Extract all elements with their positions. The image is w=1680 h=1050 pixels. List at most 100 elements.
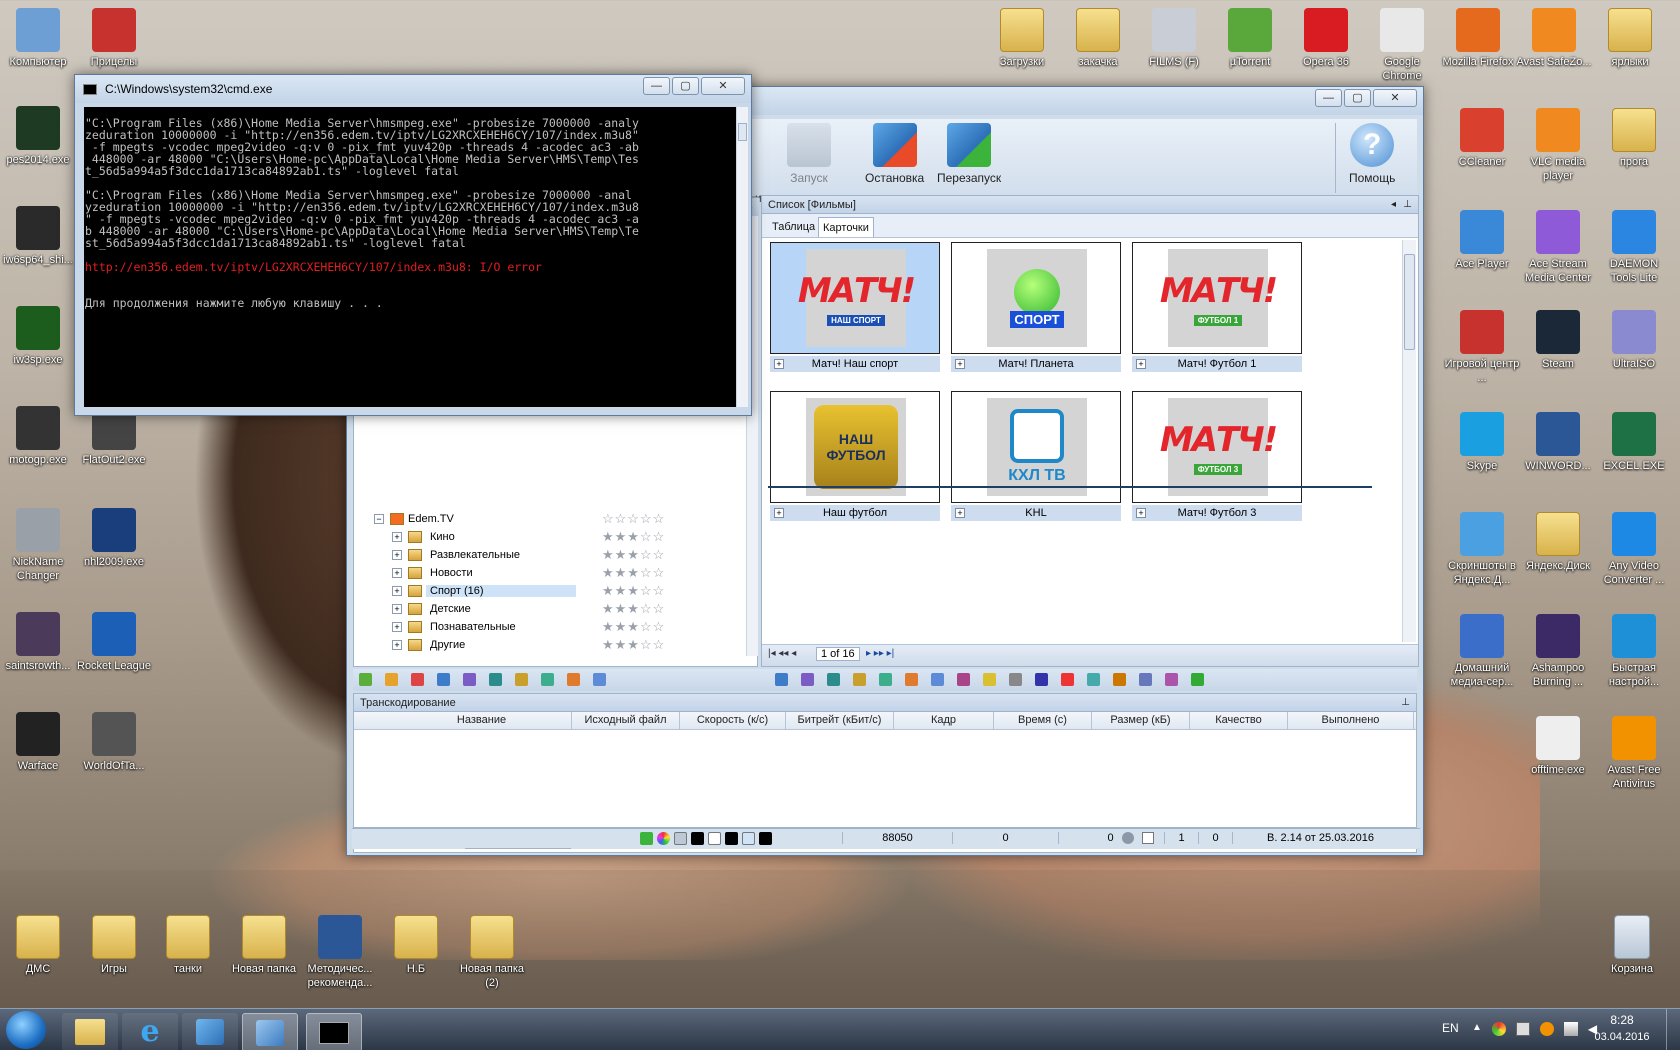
hms-tray-task-button[interactable] xyxy=(182,1013,238,1050)
desktop-icon[interactable]: Игры xyxy=(76,915,152,976)
desktop-icon[interactable]: iw6sp64_shi... xyxy=(0,206,76,267)
channel-card[interactable]: КХЛ ТВ KHL + xyxy=(951,391,1121,523)
channel-card[interactable]: СПОРТ Матч! Планета + xyxy=(951,242,1121,374)
desktop-icon[interactable]: offtime.exe xyxy=(1520,716,1596,777)
tree-item[interactable]: + Кино ★★★☆☆ xyxy=(374,528,744,546)
desktop-icon[interactable]: Н.Б xyxy=(378,915,454,976)
desktop-icon[interactable]: Компьютер xyxy=(0,8,76,69)
desktop-icon[interactable]: ДМС xyxy=(0,915,76,976)
expand-icon[interactable]: + xyxy=(392,604,402,614)
action-icon[interactable] xyxy=(1191,673,1204,686)
action-icon[interactable] xyxy=(359,673,372,686)
expand-icon[interactable]: + xyxy=(392,586,402,596)
pin-icon[interactable]: ⊥ xyxy=(1403,196,1412,214)
expand-icon[interactable]: + xyxy=(392,640,402,650)
expand-icon[interactable]: + xyxy=(392,568,402,578)
expand-icon[interactable]: + xyxy=(392,550,402,560)
action-icon[interactable] xyxy=(541,673,554,686)
desktop-icon[interactable]: танки xyxy=(150,915,226,976)
desktop-icon[interactable]: CCleaner xyxy=(1444,108,1520,169)
desktop-icon[interactable]: Новая папка (2) xyxy=(454,915,530,990)
chrome-tray-icon[interactable] xyxy=(1491,1022,1506,1036)
desktop-icon[interactable]: Opera 36 xyxy=(1288,8,1364,69)
desktop-icon[interactable]: Mozilla Firefox xyxy=(1440,8,1516,69)
tree-item-edem-tv[interactable]: − Edem.TV ☆☆☆☆☆ xyxy=(374,510,744,528)
help-button[interactable]: ? Помощь xyxy=(1349,123,1395,185)
rating-stars[interactable]: ★★★☆☆ xyxy=(602,529,665,545)
desktop-icon[interactable]: saintsrowth... xyxy=(0,612,76,673)
tree-item[interactable]: + Спорт (16) ★★★☆☆ xyxy=(374,582,744,600)
action-icon[interactable] xyxy=(437,673,450,686)
desktop-icon[interactable]: µTorrent xyxy=(1212,8,1288,69)
desktop-icon[interactable]: iw3sp.exe xyxy=(0,306,76,367)
view-tab[interactable]: Таблица xyxy=(768,217,819,237)
network-tray-icon[interactable] xyxy=(1563,1022,1578,1036)
column-header[interactable]: Выполнено xyxy=(1288,712,1414,729)
desktop-icon[interactable]: Warface xyxy=(0,712,76,773)
desktop-icon[interactable]: DAEMON Tools Lite xyxy=(1596,210,1672,285)
channel-card[interactable]: МАТЧ! НАШ СПОРТ Матч! Наш спорт + xyxy=(770,242,940,374)
action-icon[interactable] xyxy=(1113,673,1126,686)
desktop-icon[interactable]: FILMS (F) xyxy=(1136,8,1212,69)
desktop-icon[interactable]: Avast Free Antivirus xyxy=(1596,716,1672,791)
close-button[interactable]: ✕ xyxy=(1373,89,1417,107)
expand-icon[interactable]: + xyxy=(955,508,965,518)
action-icon[interactable] xyxy=(905,673,918,686)
expand-icon[interactable]: + xyxy=(1136,508,1146,518)
tree-item[interactable]: + Детские ★★★☆☆ xyxy=(374,600,744,618)
action-icon[interactable] xyxy=(385,673,398,686)
column-header[interactable]: Битрейт (кБит/с) xyxy=(786,712,894,729)
action-icon[interactable] xyxy=(879,673,892,686)
view-tab[interactable]: Карточки xyxy=(818,217,874,237)
clock-time[interactable]: 8:28 xyxy=(1592,1013,1652,1027)
close-button[interactable]: ✕ xyxy=(701,77,745,95)
column-header[interactable]: Название xyxy=(392,712,572,729)
column-header[interactable]: Исходный файл xyxy=(572,712,680,729)
scroll-thumb[interactable] xyxy=(1404,254,1415,350)
desktop-icon[interactable]: motogp.exe xyxy=(0,406,76,467)
start-button[interactable]: Запуск xyxy=(787,123,831,185)
device-tray-icon[interactable] xyxy=(1515,1022,1530,1036)
desktop-icon[interactable]: Новая папка xyxy=(226,915,302,976)
desktop-icon[interactable]: UltraISO xyxy=(1596,310,1672,371)
desktop-icon[interactable]: nhl2009.exe xyxy=(76,508,152,569)
action-icon[interactable] xyxy=(1165,673,1178,686)
desktop-icon[interactable]: Игровой центр ... xyxy=(1444,310,1520,385)
action-icon[interactable] xyxy=(957,673,970,686)
desktop-icon[interactable]: pes2014.exe xyxy=(0,106,76,167)
action-icon[interactable] xyxy=(593,673,606,686)
desktop-icon[interactable]: закачка xyxy=(1060,8,1136,69)
first-page-button[interactable]: |◂ ◂◂ ◂ xyxy=(768,648,796,659)
desktop-icon[interactable]: Скриншоты в Яндекс.Д... xyxy=(1444,512,1520,587)
desktop-icon[interactable]: Rocket League xyxy=(76,612,152,673)
hms-task-button[interactable] xyxy=(242,1013,298,1050)
desktop-icon[interactable]: прога xyxy=(1596,108,1672,169)
desktop-icon[interactable]: Any Video Converter ... xyxy=(1596,512,1672,587)
tree-item[interactable]: + Развлекательные ★★★☆☆ xyxy=(374,546,744,564)
desktop-icon[interactable]: VLC media player xyxy=(1520,108,1596,183)
expand-icon[interactable]: + xyxy=(774,508,784,518)
scroll-thumb[interactable] xyxy=(738,123,747,141)
desktop-icon[interactable]: Avast SafeZo... xyxy=(1516,8,1592,69)
recycle-bin[interactable]: Корзина xyxy=(1594,915,1670,976)
action-icon[interactable] xyxy=(463,673,476,686)
rating-stars[interactable]: ☆☆☆☆☆ xyxy=(602,511,665,527)
desktop-icon[interactable]: Методичес... рекоменда... xyxy=(302,915,378,990)
action-icon[interactable] xyxy=(1061,673,1074,686)
desktop-icon[interactable]: NickName Changer xyxy=(0,508,76,583)
action-icon[interactable] xyxy=(801,673,814,686)
restart-button[interactable]: Перезапуск xyxy=(937,123,1001,185)
desktop-icon[interactable]: Яндекс.Диск xyxy=(1520,512,1596,573)
ie-task-button[interactable]: e xyxy=(122,1013,178,1050)
action-icon[interactable] xyxy=(1009,673,1022,686)
action-icon[interactable] xyxy=(983,673,996,686)
channel-card[interactable]: МАТЧ! ФУТБОЛ 3 Матч! Футбол 3 + xyxy=(1132,391,1302,523)
desktop-icon[interactable]: Прицелы xyxy=(76,8,152,69)
expand-icon[interactable]: + xyxy=(392,532,402,542)
explorer-task-button[interactable] xyxy=(62,1013,118,1050)
desktop-icon[interactable]: EXCEL.EXE xyxy=(1596,412,1672,473)
column-header[interactable]: Время (с) xyxy=(994,712,1092,729)
pin-icon[interactable]: ⊥ xyxy=(1401,694,1410,712)
expand-icon[interactable]: + xyxy=(392,622,402,632)
language-indicator[interactable]: EN xyxy=(1442,1021,1459,1035)
